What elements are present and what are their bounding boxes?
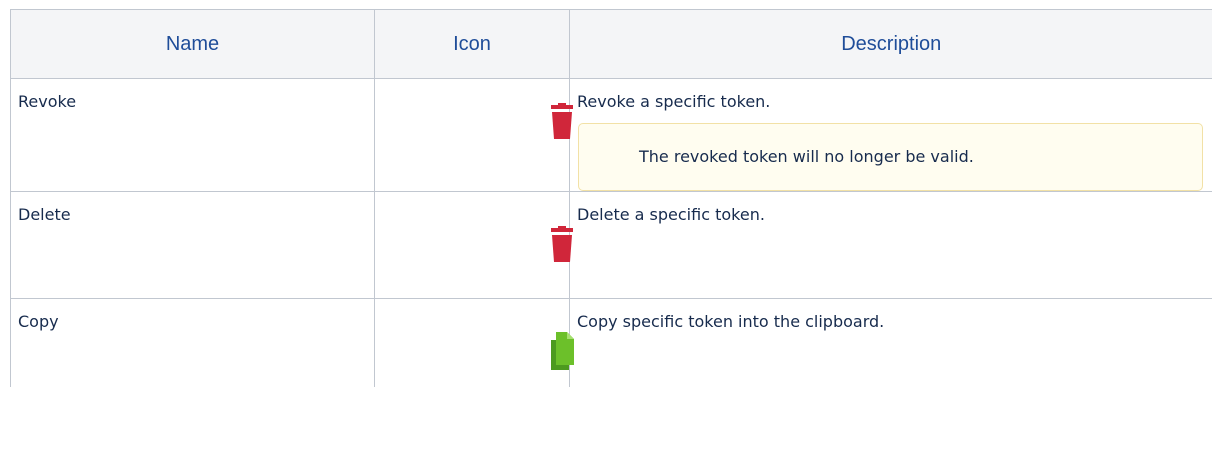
description-cell: Copy specific token into the clipboard. bbox=[569, 298, 1212, 387]
action-description: Copy specific token into the clipboard. bbox=[577, 312, 885, 331]
icon-cell bbox=[374, 78, 573, 192]
description-cell: Delete a specific token. bbox=[569, 191, 1212, 299]
name-cell: Delete bbox=[10, 191, 375, 299]
table-row-delete: Delete Delete a specific token. bbox=[10, 191, 1212, 299]
description-cell: Revoke a specific token. The revoked tok… bbox=[569, 78, 1212, 192]
copy-icon[interactable] bbox=[549, 332, 575, 370]
action-description: Revoke a specific token. bbox=[577, 92, 771, 111]
column-header-description: Description bbox=[569, 9, 1212, 79]
column-header-name: Name bbox=[10, 9, 375, 79]
icon-cell bbox=[374, 191, 573, 299]
note-panel: The revoked token will no longer be vali… bbox=[578, 123, 1203, 191]
action-name: Revoke bbox=[18, 92, 77, 111]
icon-cell bbox=[374, 298, 574, 387]
table-header-row: Name Icon Description bbox=[10, 9, 1212, 79]
table-row-copy: Copy Copy specific token into the clipbo… bbox=[10, 298, 1212, 387]
name-cell: Revoke bbox=[10, 78, 375, 192]
action-name: Copy bbox=[18, 312, 59, 331]
table-row-revoke: Revoke Revoke a specific token. The revo… bbox=[10, 78, 1212, 192]
action-name: Delete bbox=[18, 205, 71, 224]
trash-icon[interactable] bbox=[549, 226, 575, 262]
actions-table: Name Icon Description Revoke Revoke a sp… bbox=[10, 9, 1212, 387]
name-cell: Copy bbox=[10, 298, 375, 387]
action-description: Delete a specific token. bbox=[577, 205, 765, 224]
column-header-icon: Icon bbox=[374, 9, 570, 79]
trash-icon[interactable] bbox=[549, 103, 575, 139]
